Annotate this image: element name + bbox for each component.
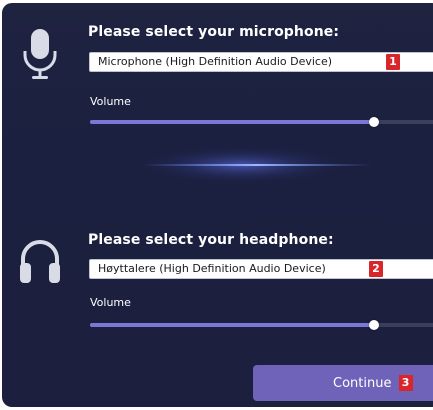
headphone-select-value: Høyttalere (High Definition Audio Device… [98,262,326,275]
headphone-volume-label: Volume [90,296,131,309]
headphone-select[interactable]: Høyttalere (High Definition Audio Device… [89,259,433,279]
headphones-icon [20,240,60,283]
microphone-volume-fill [90,120,374,124]
headphone-volume-thumb[interactable] [369,320,379,330]
microphone-icon [23,29,57,79]
microphone-section: Please select your microphone: Microphon… [2,3,433,133]
microphone-volume-slider[interactable] [90,117,433,127]
headphone-heading: Please select your headphone: [88,232,334,248]
headphone-volume-fill [90,323,374,327]
continue-button[interactable]: Continue 3 [253,365,433,401]
screenshot-frame: Please select your microphone: Microphon… [0,0,433,410]
audio-setup-panel: Please select your microphone: Microphon… [2,3,433,407]
continue-label-text: Continue [333,376,392,391]
continue-button-label: Continue 3 [333,375,413,391]
microphone-heading: Please select your microphone: [88,24,340,40]
microphone-volume-thumb[interactable] [369,117,379,127]
badge-1: 1 [386,54,400,70]
microphone-select[interactable]: Microphone (High Definition Audio Device… [89,52,433,72]
badge-3: 3 [398,375,413,391]
microphone-volume-label: Volume [90,95,131,108]
divider-glow [132,145,372,185]
badge-2: 2 [369,261,383,277]
headphone-volume-slider[interactable] [90,320,433,330]
headphone-section: Please select your headphone: Høyttalere… [2,203,433,343]
microphone-select-value: Microphone (High Definition Audio Device… [98,55,333,68]
